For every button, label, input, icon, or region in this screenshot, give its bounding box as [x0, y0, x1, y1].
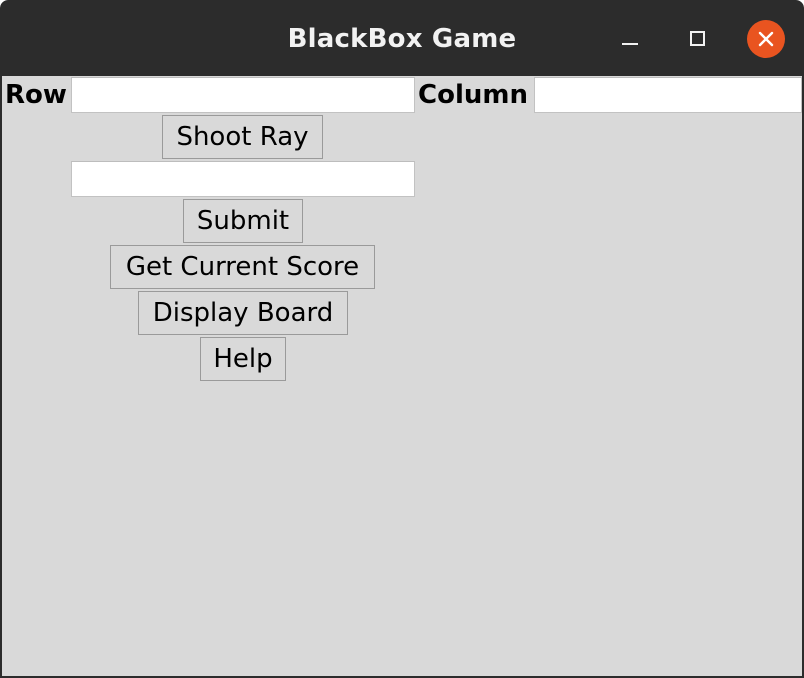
- close-button[interactable]: [747, 20, 785, 58]
- app-window: BlackBox Game Row Column Shoot Ray Submi…: [0, 0, 804, 678]
- get-current-score-button[interactable]: Get Current Score: [110, 245, 375, 289]
- guess-input[interactable]: [71, 161, 415, 197]
- display-board-button[interactable]: Display Board: [138, 291, 348, 335]
- minimize-button[interactable]: [611, 20, 649, 58]
- column-label: Column: [418, 80, 528, 110]
- column-input[interactable]: [534, 77, 802, 113]
- close-icon: [758, 31, 774, 47]
- submit-button[interactable]: Submit: [183, 199, 303, 243]
- minimize-icon: [622, 43, 638, 45]
- shoot-ray-button[interactable]: Shoot Ray: [162, 115, 323, 159]
- title-bar[interactable]: BlackBox Game: [0, 0, 804, 76]
- maximize-icon: [690, 31, 705, 46]
- row-input[interactable]: [71, 77, 415, 113]
- row-label: Row: [5, 80, 67, 110]
- help-button[interactable]: Help: [200, 337, 286, 381]
- maximize-button[interactable]: [679, 20, 717, 58]
